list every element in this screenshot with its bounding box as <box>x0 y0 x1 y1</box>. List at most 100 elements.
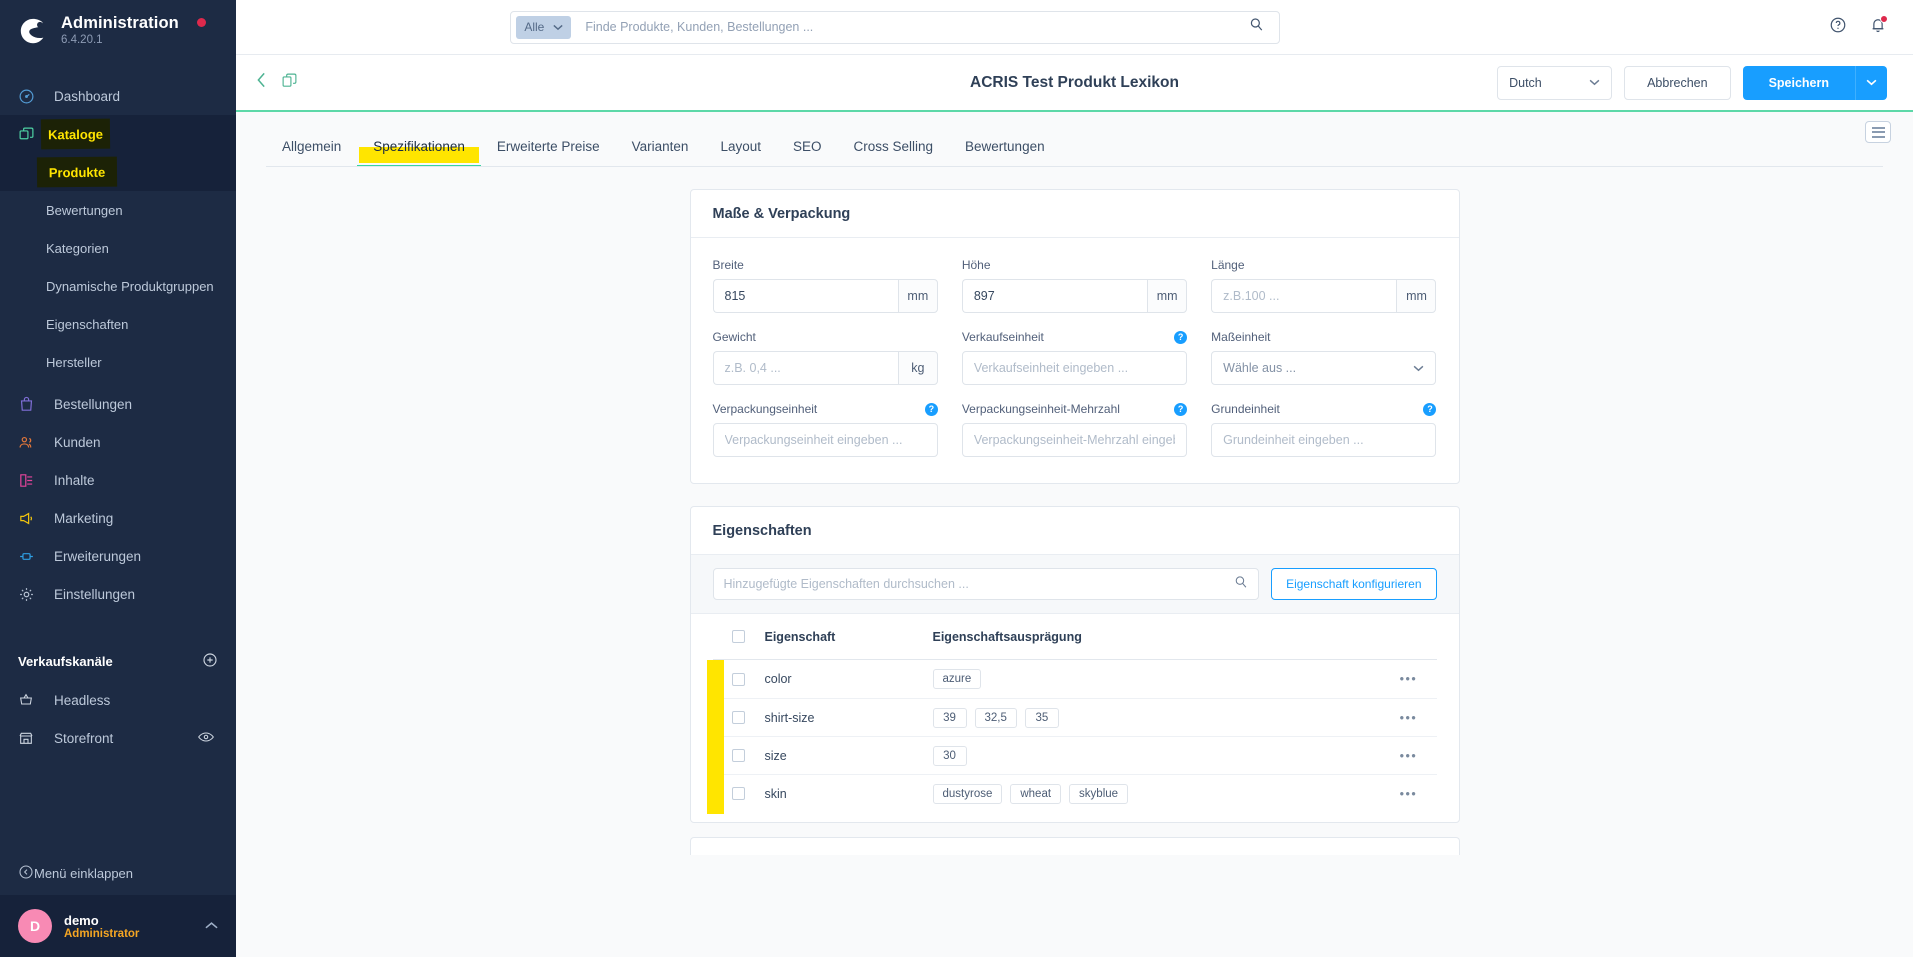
properties-search[interactable] <box>712 568 1260 600</box>
table-row[interactable]: skin dustyrose wheat skyblue ••• <box>712 774 1437 812</box>
help-icon[interactable]: ? <box>924 402 938 416</box>
chevron-left-icon[interactable] <box>256 72 267 93</box>
gewicht-input[interactable] <box>712 351 898 385</box>
sidebar-item-einstellungen[interactable]: Einstellungen <box>0 575 236 613</box>
sidebar-item-erweiterungen[interactable]: Erweiterungen <box>0 537 236 575</box>
sidebar-sub-label: Bewertungen <box>46 202 123 218</box>
hoehe-input[interactable] <box>961 279 1148 313</box>
tab-erweiterte-preise[interactable]: Erweiterte Preise <box>481 139 616 167</box>
save-button-group: Speichern <box>1742 65 1887 100</box>
sidebar-item-label: Marketing <box>54 510 114 526</box>
row-context-menu-button[interactable]: ••• <box>1381 711 1437 725</box>
grundeinheit-input[interactable] <box>1211 423 1437 457</box>
help-circle-icon[interactable] <box>1829 16 1847 39</box>
chevron-left-circle-icon <box>18 864 34 883</box>
chevron-down-icon <box>1414 365 1424 371</box>
row-checkbox[interactable] <box>732 672 745 686</box>
row-checkbox[interactable] <box>732 787 745 800</box>
user-account-block[interactable]: D demo Administrator <box>0 895 236 957</box>
basket-icon <box>18 692 42 708</box>
plus-circle-icon[interactable] <box>202 652 218 671</box>
tab-allgemein[interactable]: Allgemein <box>266 139 357 167</box>
global-search[interactable]: Alle <box>510 10 1281 44</box>
admin-application: Administration 6.4.20.1 Dashboard Katalo… <box>0 0 1913 957</box>
sidebar-item-label: Dashboard <box>54 88 121 104</box>
row-context-menu-button[interactable]: ••• <box>1381 787 1437 801</box>
sidebar-item-produkte[interactable]: Produkte Produkte <box>0 153 236 192</box>
verkaufseinheit-input[interactable] <box>961 351 1188 385</box>
tab-varianten[interactable]: Varianten <box>616 139 705 167</box>
tab-cross-selling[interactable]: Cross Selling <box>838 139 950 167</box>
field-grundeinheit: Grundeinheit ? <box>1211 402 1437 457</box>
configure-property-button[interactable]: Eigenschaft konfigurieren <box>1271 568 1437 600</box>
field-hoehe: Höhe mm <box>961 258 1188 313</box>
tab-bewertungen[interactable]: Bewertungen <box>949 139 1061 167</box>
sidebar-item-storefront[interactable]: Storefront <box>0 719 236 757</box>
measurements-card: Maße & Verpackung Breite mm <box>689 189 1460 484</box>
table-row[interactable]: color azure ••• <box>713 660 1437 698</box>
verpackungseinheit-mehrzahl-input[interactable] <box>961 423 1188 457</box>
sidebar-toggle-button[interactable] <box>1865 121 1891 143</box>
save-button[interactable]: Speichern <box>1742 65 1855 100</box>
tab-seo[interactable]: SEO <box>777 139 838 167</box>
sidebar-item-dynamische-produktgruppen[interactable]: Dynamische Produktgruppen <box>0 267 236 305</box>
language-select[interactable]: Dutch <box>1497 65 1613 100</box>
field-label: Breite <box>713 258 938 272</box>
sidebar-item-kataloge[interactable]: Kataloge Kataloge <box>0 115 236 154</box>
eye-icon[interactable] <box>198 731 236 746</box>
sidebar-item-marketing[interactable]: Marketing <box>0 499 236 537</box>
search-icon[interactable] <box>1249 17 1274 37</box>
scroll-area[interactable]: Maße & Verpackung Breite mm <box>236 167 1913 957</box>
save-options-button[interactable] <box>1855 65 1887 100</box>
menu-collapse-button[interactable]: Menü einklappen <box>0 851 236 895</box>
field-label: Verpackungseinheit ? <box>713 402 938 416</box>
value-chip: azure <box>932 669 982 689</box>
row-context-menu-button[interactable]: ••• <box>1381 672 1437 686</box>
shopware-logo-icon <box>20 18 44 43</box>
select-all-cell <box>713 630 765 643</box>
cancel-button[interactable]: Abbrechen <box>1624 65 1731 100</box>
search-scope-dropdown[interactable]: Alle <box>516 15 572 39</box>
tab-spezifikationen[interactable]: Spezifikationen <box>357 139 481 167</box>
sidebar-item-dashboard[interactable]: Dashboard <box>0 77 236 115</box>
help-icon[interactable]: ? <box>1174 402 1188 416</box>
laenge-input[interactable] <box>1211 279 1397 313</box>
table-row[interactable]: size 30 ••• <box>712 736 1437 774</box>
help-icon[interactable]: ? <box>1174 330 1188 344</box>
tab-layout[interactable]: Layout <box>704 139 777 167</box>
row-checkbox[interactable] <box>732 711 745 724</box>
verpackungseinheit-input[interactable] <box>712 423 938 457</box>
brand-title: Administration <box>61 14 179 32</box>
sidebar-item-inhalte[interactable]: Inhalte <box>0 461 236 499</box>
highlight-label-produkte: Produkte <box>48 164 106 180</box>
annotation-highlight-kataloge: Kataloge <box>40 118 111 150</box>
duplicate-icon[interactable] <box>281 72 298 94</box>
sidebar-item-bestellungen[interactable]: Bestellungen <box>0 385 236 423</box>
chevron-up-icon[interactable] <box>205 919 218 933</box>
property-name: size <box>764 748 787 763</box>
tab-label: Cross Selling <box>853 139 934 154</box>
properties-search-input[interactable] <box>723 577 1235 591</box>
sidebar-item-eigenschaften[interactable]: Eigenschaften <box>0 305 236 343</box>
search-scope-label: Alle <box>524 20 545 34</box>
sidebar-item-hersteller[interactable]: Hersteller <box>0 343 236 381</box>
user-name: demo <box>64 912 99 928</box>
sidebar-item-kunden[interactable]: Kunden <box>0 423 236 461</box>
sidebar-item-bewertungen[interactable]: Bewertungen <box>0 191 236 229</box>
table-row[interactable]: shirt-size 39 32,5 35 ••• <box>712 698 1437 736</box>
next-card-partial <box>689 837 1460 855</box>
breite-input[interactable] <box>712 279 898 313</box>
tab-label: Allgemein <box>282 139 342 154</box>
row-context-menu-button[interactable]: ••• <box>1381 749 1437 763</box>
masseinheit-select[interactable]: Wähle aus ... <box>1211 351 1437 385</box>
notification-bell-icon[interactable] <box>1869 14 1888 39</box>
sidebar-item-headless[interactable]: Headless <box>0 681 236 719</box>
help-icon[interactable]: ? <box>1423 402 1437 416</box>
field-label: Verkaufseinheit ? <box>962 330 1188 344</box>
search-icon[interactable] <box>1234 575 1248 594</box>
search-input[interactable] <box>571 20 1250 34</box>
select-all-checkbox[interactable] <box>732 630 745 643</box>
properties-card-title: Eigenschaften <box>690 507 1459 555</box>
row-checkbox[interactable] <box>732 749 745 762</box>
sidebar-item-kategorien[interactable]: Kategorien <box>0 229 236 267</box>
